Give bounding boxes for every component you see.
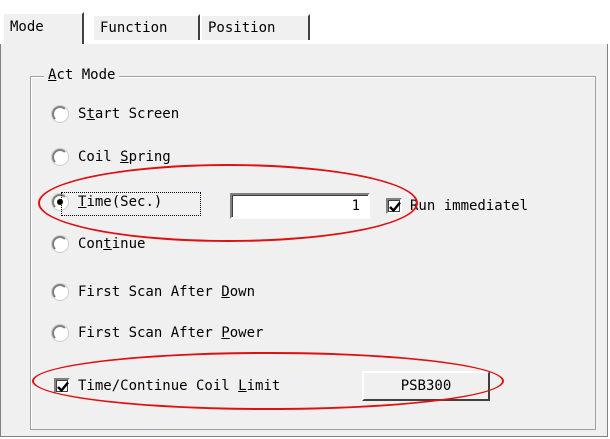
panel-top-edge bbox=[84, 42, 608, 44]
tab-position[interactable]: Position bbox=[200, 14, 310, 40]
time-sec-label[interactable]: Time(Sec.) bbox=[78, 193, 162, 211]
tab-function-label: Function bbox=[100, 20, 168, 36]
coil-limit-label[interactable]: Time/Continue Coil Limit bbox=[78, 377, 280, 395]
coil-limit-button[interactable]: PSB300 bbox=[362, 371, 490, 401]
act-mode-group-title: Act Mode bbox=[44, 66, 120, 84]
run-immediately-checkbox[interactable] bbox=[386, 198, 402, 214]
tab-position-label: Position bbox=[208, 20, 276, 36]
checkmark-icon bbox=[389, 201, 401, 213]
first-scan-after-power-label[interactable]: First Scan After Power bbox=[78, 324, 263, 342]
time-seconds-input[interactable]: 1 bbox=[230, 193, 370, 219]
tab-function[interactable]: Function bbox=[92, 14, 200, 40]
first-scan-after-down-label[interactable]: First Scan After Down bbox=[78, 283, 255, 301]
continue-label[interactable]: Continue bbox=[78, 235, 145, 253]
coil-limit-checkbox[interactable] bbox=[54, 378, 70, 394]
tab-mode[interactable]: Mode bbox=[2, 12, 84, 44]
run-immediately-label[interactable]: Run immediatel bbox=[410, 197, 528, 215]
first-scan-after-power-radio[interactable] bbox=[52, 325, 68, 341]
first-scan-after-down-radio[interactable] bbox=[52, 284, 68, 300]
coil-spring-label[interactable]: Coil Spring bbox=[78, 148, 171, 166]
coil-spring-radio[interactable] bbox=[52, 149, 68, 165]
start-screen-radio[interactable] bbox=[52, 106, 68, 122]
start-screen-label[interactable]: Start Screen bbox=[78, 105, 179, 123]
continue-radio[interactable] bbox=[52, 236, 68, 252]
checkmark-icon bbox=[57, 381, 69, 393]
tab-mode-label: Mode bbox=[10, 19, 44, 35]
